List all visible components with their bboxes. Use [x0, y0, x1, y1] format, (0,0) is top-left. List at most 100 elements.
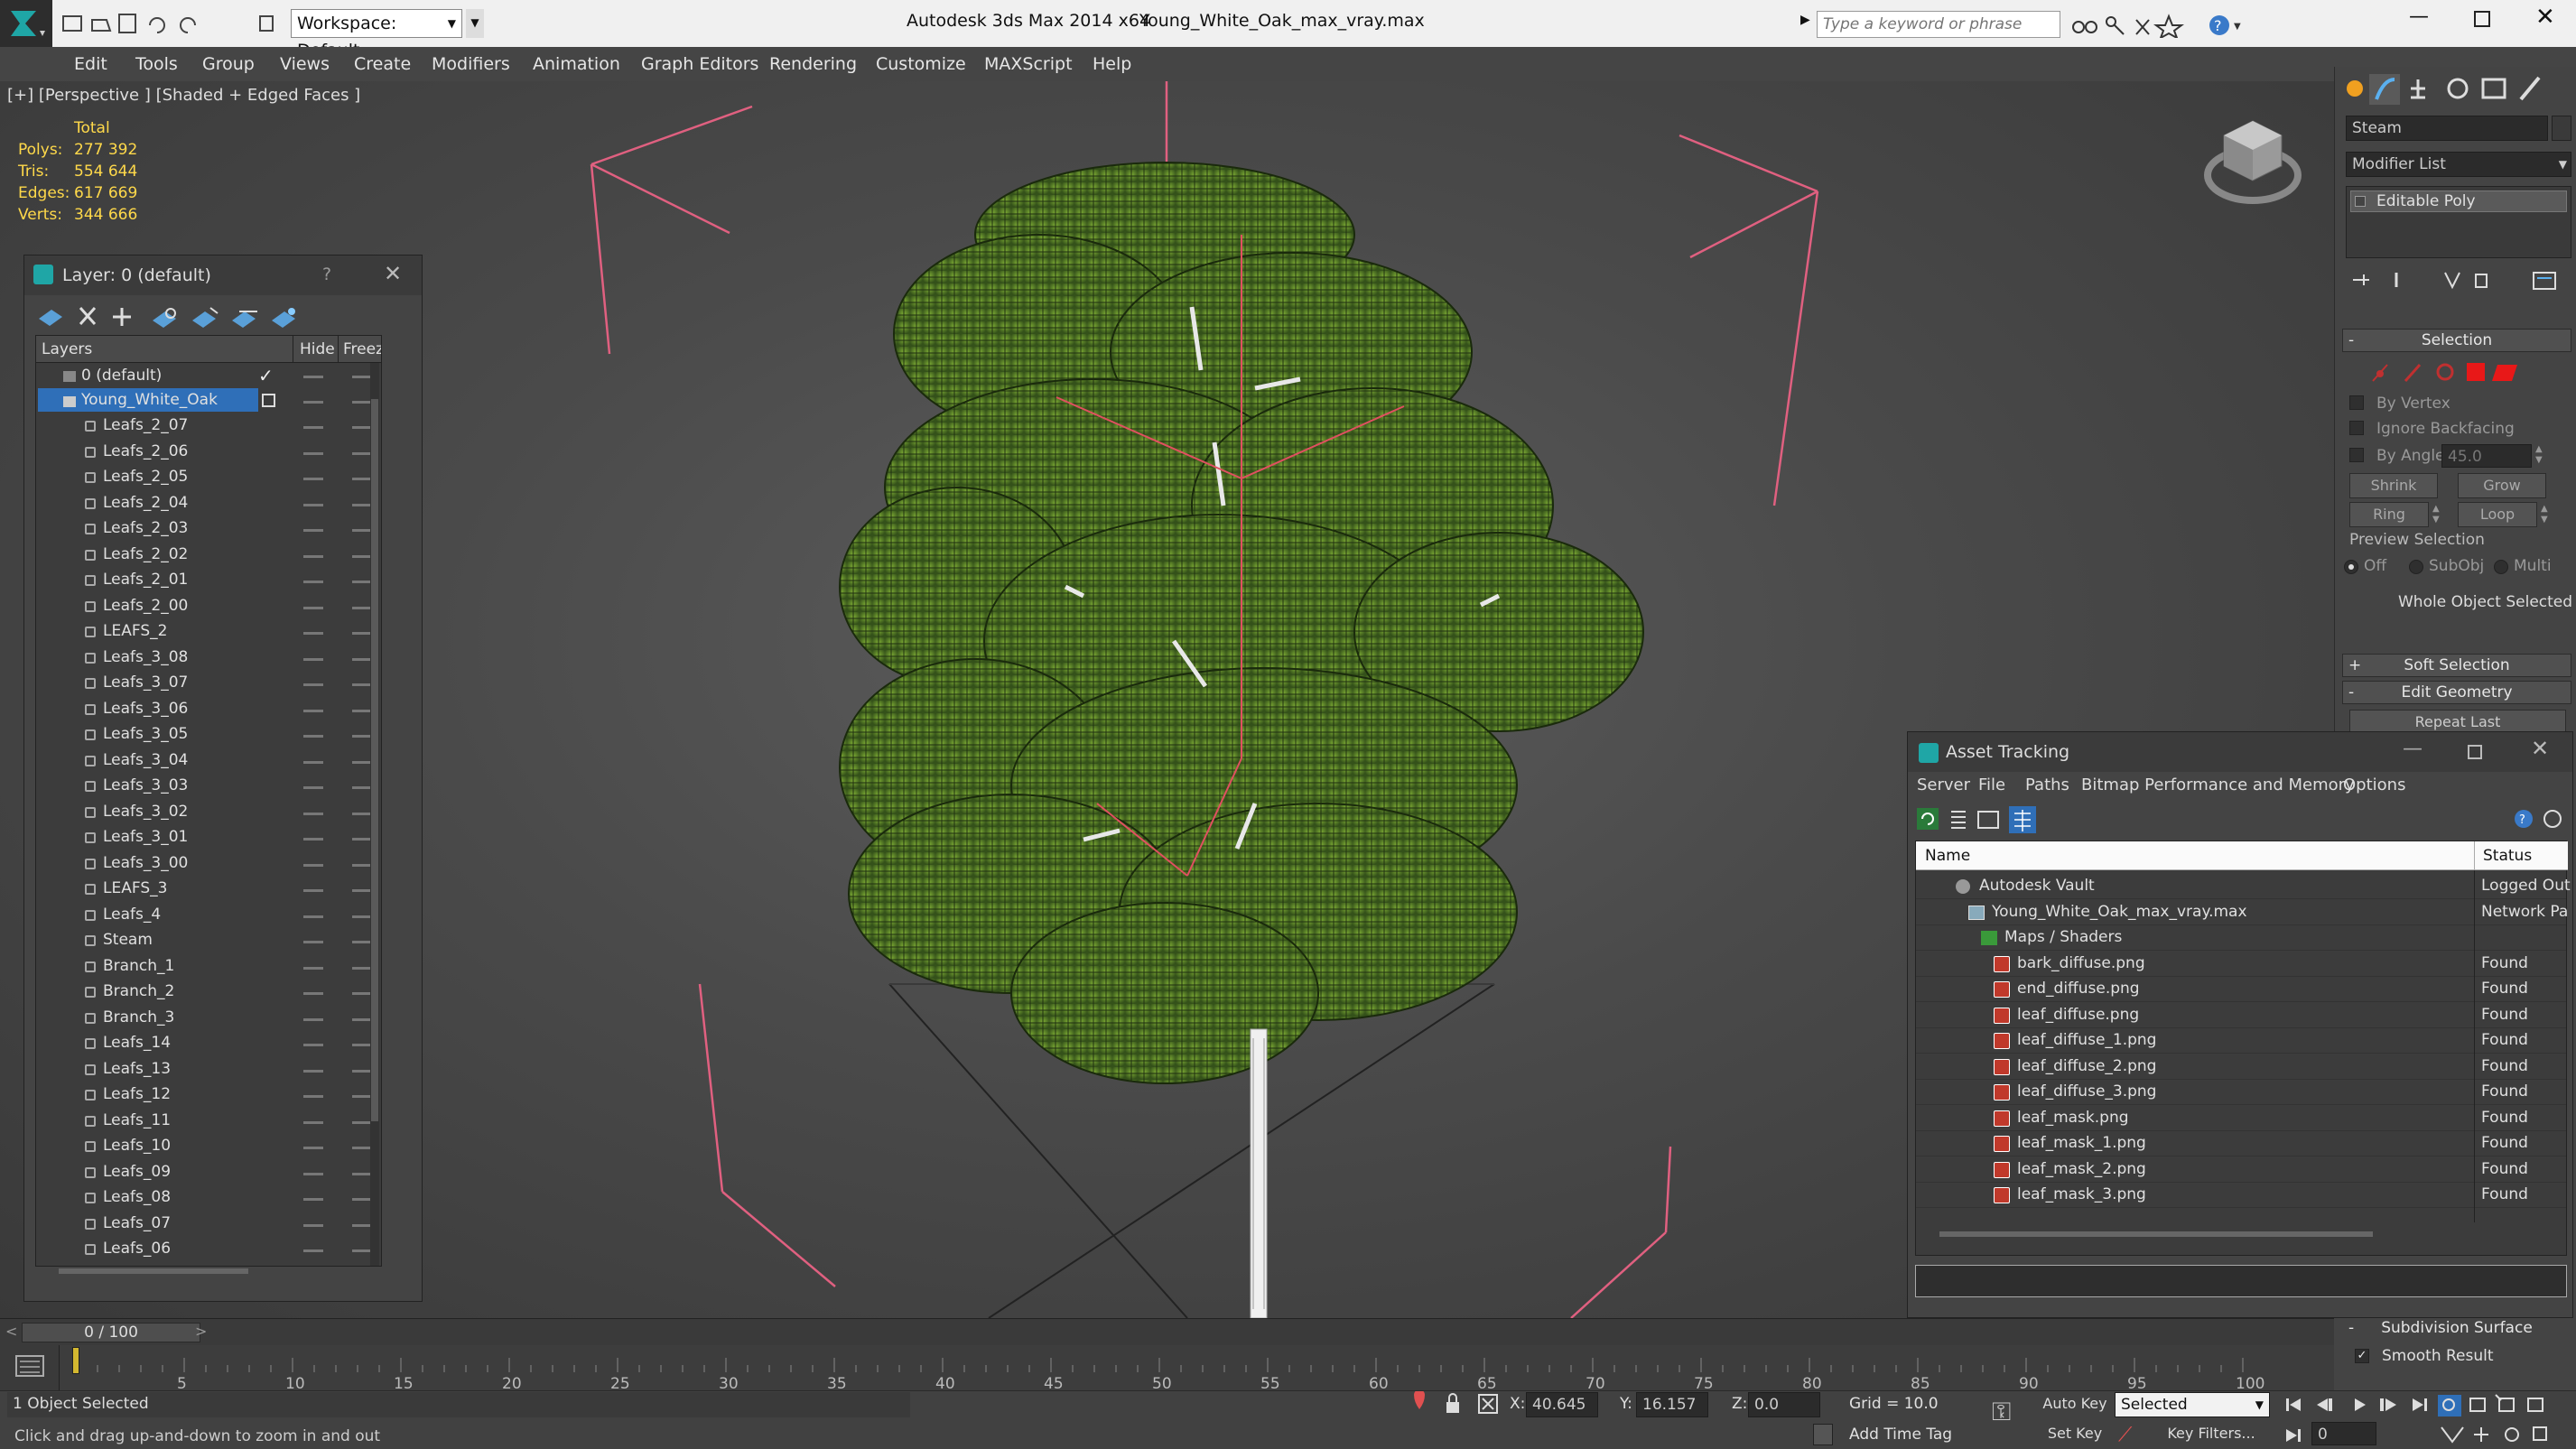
asset-row[interactable]: leaf_diffuse.png Found — [1916, 1003, 2566, 1028]
search-input[interactable] — [1817, 11, 2060, 38]
auto-key-button[interactable]: Auto Key — [2042, 1392, 2107, 1417]
lock-selection-icon[interactable] — [1446, 1393, 1459, 1413]
hide-toggle[interactable] — [303, 1095, 323, 1098]
layer-object-row[interactable]: Leafs_3_01 — [36, 825, 372, 850]
freeze-toggle[interactable] — [352, 838, 372, 841]
vscroll-thumb[interactable] — [371, 399, 378, 1121]
viewport-label[interactable]: [+] [Perspective ] [Shaded + Edged Faces… — [7, 86, 360, 105]
freeze-toggle[interactable] — [352, 376, 372, 378]
freeze-toggle[interactable] — [352, 735, 372, 738]
hide-toggle[interactable] — [303, 503, 323, 506]
help-icon[interactable]: ? ▼ — [2209, 15, 2241, 35]
layer-object-row[interactable]: Leafs_3_00 — [36, 851, 372, 877]
layer-object-row[interactable]: Leafs_13 — [36, 1057, 372, 1082]
network-icon[interactable] — [2135, 19, 2150, 35]
column-layers[interactable]: Layers — [42, 340, 92, 358]
asset-table-hscrollbar[interactable] — [1939, 1231, 2373, 1237]
hide-toggle[interactable] — [303, 554, 323, 558]
next-frame-icon[interactable] — [2380, 1398, 2396, 1411]
utilities-tab-icon[interactable] — [2519, 76, 2541, 101]
subdivision-surface-rollout-header[interactable]: - Subdivision Surface — [2342, 1316, 2571, 1340]
go-to-end-icon[interactable] — [2413, 1398, 2427, 1411]
loop-spinner-icon[interactable]: ▲ ▼ — [2541, 504, 2548, 525]
selection-set-dropdown[interactable]: Selected ▼ — [2115, 1392, 2270, 1417]
layer-object-row[interactable]: Branch_2 — [36, 980, 372, 1005]
layer-row-selected[interactable]: Young_White_Oak — [36, 388, 381, 413]
hide-all-layers-icon[interactable] — [232, 311, 257, 328]
freeze-toggle[interactable] — [352, 529, 372, 532]
layer-list[interactable]: Layers Hide Freeze 0 (default) ✓ Young_W… — [35, 335, 382, 1267]
freeze-toggle[interactable] — [352, 1095, 372, 1098]
current-frame-field[interactable]: 0 — [2311, 1422, 2376, 1445]
modifier-stack-item[interactable]: Editable Poly — [2350, 190, 2567, 212]
workspace-dropdown[interactable]: Workspace: Default ▼ — [291, 9, 462, 60]
help-icon[interactable]: ? — [2515, 810, 2533, 828]
freeze-toggle[interactable] — [352, 1223, 372, 1227]
isolate-selection-icon[interactable] — [1414, 1391, 1425, 1409]
menu-tools[interactable]: Tools — [135, 54, 178, 74]
layer-list-hscrollbar[interactable] — [59, 1268, 248, 1274]
menu-rendering[interactable]: Rendering — [769, 54, 857, 74]
asset-row[interactable]: Maps / Shaders — [1916, 925, 2566, 951]
list-view-icon[interactable] — [1951, 811, 1966, 829]
highlight-layer-icon[interactable] — [192, 307, 219, 328]
hide-toggle[interactable] — [303, 657, 323, 661]
asset-path-field[interactable] — [1915, 1265, 2567, 1297]
time-slider[interactable]: 0 / 100 — [22, 1323, 200, 1342]
set-key-toggle-icon[interactable]: ⟋ — [2118, 1424, 2132, 1446]
hide-toggle[interactable] — [303, 1069, 323, 1073]
freeze-toggle[interactable] — [352, 503, 372, 506]
layer-object-row[interactable]: Leafs_3_02 — [36, 800, 372, 825]
freeze-toggle[interactable] — [352, 632, 372, 635]
layer-object-row[interactable]: Leafs_2_05 — [36, 465, 372, 490]
spinner-arrows-icon[interactable]: ▲ ▼ — [2535, 444, 2543, 466]
freeze-toggle[interactable] — [352, 1120, 372, 1124]
timeline-ruler[interactable]: 5 10 15 20 25 30 35 40 45 50 55 60 65 70 75 80 85 90 95 100 — [65, 1345, 2268, 1393]
asset-row[interactable]: leaf_mask_2.png Found — [1916, 1157, 2566, 1183]
layer-manager-window[interactable]: Layer: 0 (default) ? ✕ Layers Hide Freez… — [23, 255, 423, 1302]
border-mode-icon[interactable] — [2436, 363, 2454, 381]
layer-object-row[interactable]: Leafs_07 — [36, 1212, 372, 1237]
freeze-toggle[interactable] — [352, 606, 372, 609]
layer-object-row[interactable]: Branch_1 — [36, 954, 372, 980]
menu-edit[interactable]: Edit — [74, 54, 107, 74]
add-to-layer-icon[interactable] — [113, 308, 131, 326]
soft-selection-rollout-header[interactable]: + Soft Selection — [2342, 654, 2571, 677]
asset-row[interactable]: end_diffuse.png Found — [1916, 977, 2566, 1002]
zoom-icon[interactable] — [2438, 1395, 2461, 1416]
by-angle-checkbox[interactable] — [2349, 448, 2364, 462]
layer-object-row[interactable]: Leafs_3_05 — [36, 722, 372, 748]
hide-toggle[interactable] — [303, 1120, 323, 1124]
layer-object-row[interactable]: Leafs_4 — [36, 903, 372, 928]
layer-toolbar[interactable] — [33, 301, 340, 330]
hide-toggle[interactable] — [303, 735, 323, 738]
asset-tracking-window[interactable]: Asset Tracking — ✕ Server File Paths Bit… — [1907, 731, 2573, 1318]
layer-object-row[interactable]: Leafs_14 — [36, 1031, 372, 1056]
orbit-icon[interactable] — [2505, 1427, 2519, 1442]
layer-object-row[interactable]: Leafs_2_07 — [36, 413, 372, 439]
remove-modifier-icon[interactable] — [2475, 274, 2488, 288]
freeze-toggle[interactable] — [352, 426, 372, 429]
menu-create[interactable]: Create — [354, 54, 411, 74]
time-next-button[interactable]: > — [195, 1323, 207, 1340]
zoom-all-icon[interactable] — [2469, 1398, 2486, 1412]
subobject-level-buttons[interactable] — [2369, 358, 2568, 386]
key-mode-icon[interactable] — [2286, 1429, 2301, 1442]
layer-row-default[interactable]: 0 (default) ✓ — [36, 363, 381, 388]
hide-toggle[interactable] — [303, 889, 323, 892]
hide-toggle[interactable] — [303, 1172, 323, 1175]
asset-row[interactable]: leaf_mask.png Found — [1916, 1106, 2566, 1131]
layer-object-row[interactable]: Leafs_3_06 — [36, 697, 372, 722]
pin-stack-icon[interactable] — [2353, 274, 2369, 285]
by-vertex-checkbox[interactable] — [2349, 395, 2364, 410]
maximize-button[interactable] — [2474, 11, 2490, 27]
freeze-toggle[interactable] — [352, 1249, 372, 1252]
x-coordinate-field[interactable]: 40.645 — [1526, 1392, 1598, 1417]
object-color-swatch[interactable] — [2552, 116, 2571, 141]
time-prev-button[interactable]: < — [5, 1323, 17, 1340]
shrink-button[interactable]: Shrink — [2349, 473, 2438, 498]
toolbar-more-button[interactable]: ▼ — [466, 9, 484, 38]
modifier-stack[interactable]: Editable Poly — [2346, 186, 2571, 258]
asset-menu-server[interactable]: Server — [1917, 776, 1970, 794]
freeze-toggle[interactable] — [352, 709, 372, 712]
